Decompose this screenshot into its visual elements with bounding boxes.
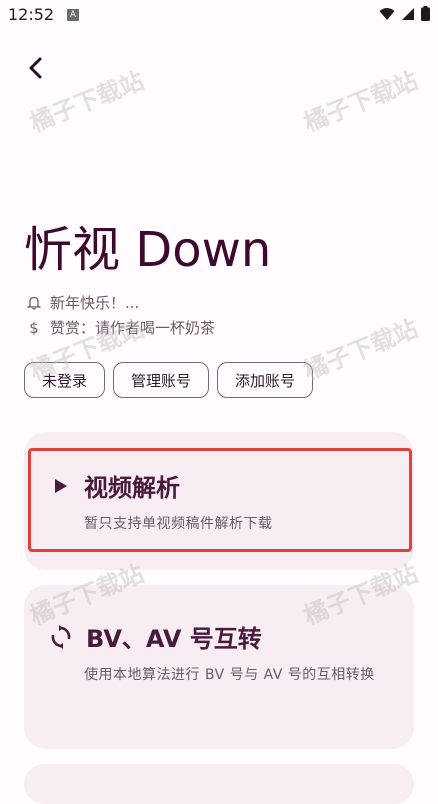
selection-highlight [28,448,412,552]
more-card[interactable] [24,764,414,804]
add-account-button[interactable]: 添加账号 [217,362,314,398]
donate-text: 赞赏：请作者喝一杯奶茶 [50,319,216,337]
watermark: 橘子下载站 [300,314,422,386]
notice-line: 新年快乐！... [26,292,139,313]
wifi-icon [379,7,395,20]
signal-icon [402,7,414,20]
status-icons [379,6,430,21]
notice-text: 新年快乐！... [50,294,140,312]
notification-a-icon: A [67,9,79,21]
account-actions: 未登录 管理账号 添加账号 [24,362,314,398]
not-logged-in-button[interactable]: 未登录 [24,362,106,398]
dollar-icon: $ [29,318,39,337]
bell-icon [26,295,42,311]
app-title: 忻视 Down [24,222,272,278]
watermark: 橘子下载站 [300,66,422,138]
sync-icon [51,624,71,649]
bv-av-title: BV、AV 号互转 [86,625,262,653]
chevron-left-icon [29,57,42,79]
donate-line[interactable]: $ 赞赏：请作者喝一杯奶茶 [26,317,215,338]
bv-av-convert-card[interactable]: BV、AV 号互转 使用本地算法进行 BV 号与 AV 号的互相转换 [24,585,414,749]
bv-av-desc: 使用本地算法进行 BV 号与 AV 号的互相转换 [84,667,375,683]
bv-av-header: BV、AV 号互转 [50,619,262,654]
status-bar: 12:52 A [0,0,438,30]
status-time: 12:52 [8,5,55,24]
back-button[interactable] [20,52,52,84]
manage-accounts-button[interactable]: 管理账号 [113,362,210,398]
battery-icon [421,6,430,21]
